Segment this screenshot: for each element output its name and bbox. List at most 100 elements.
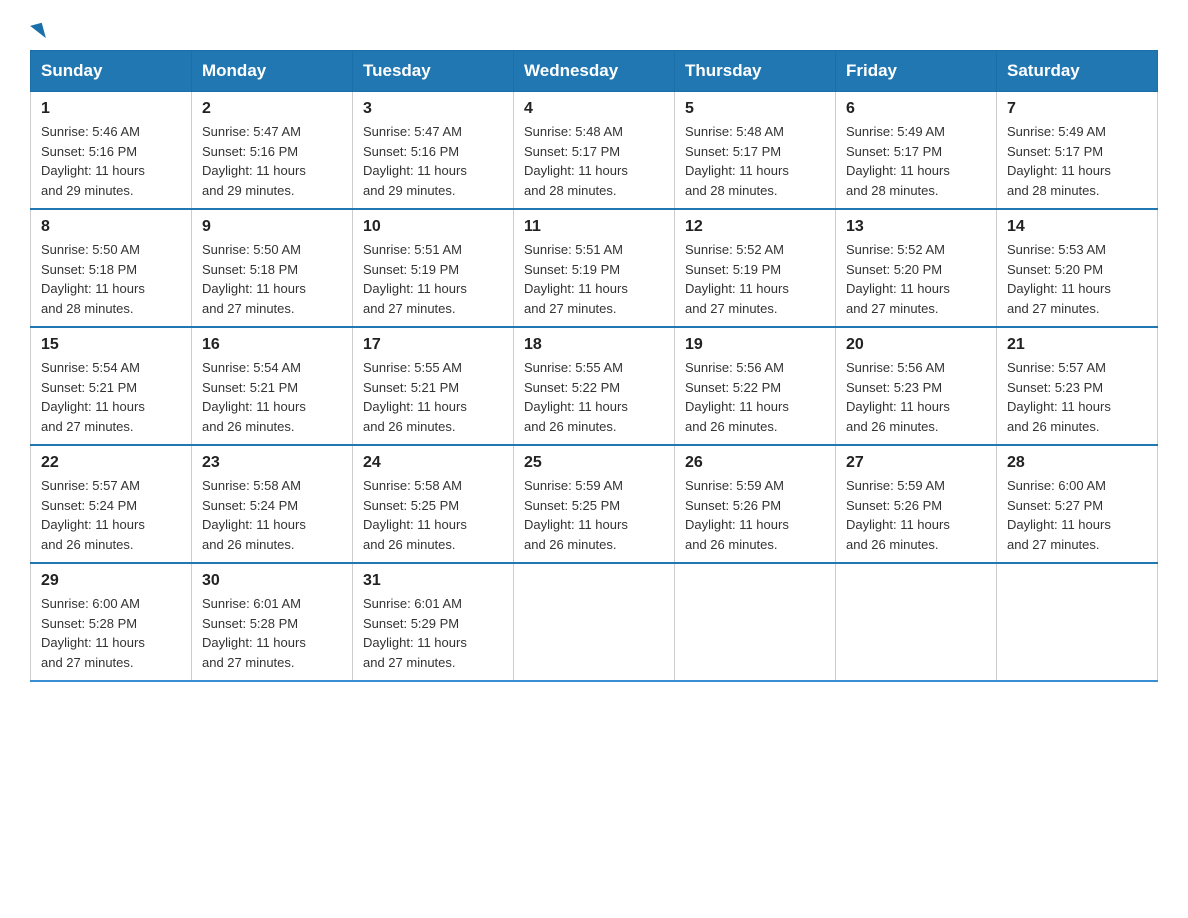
calendar-cell: 15 Sunrise: 5:54 AMSunset: 5:21 PMDaylig… — [31, 327, 192, 445]
day-info: Sunrise: 6:01 AMSunset: 5:28 PMDaylight:… — [202, 594, 342, 672]
day-info: Sunrise: 5:49 AMSunset: 5:17 PMDaylight:… — [1007, 122, 1147, 200]
calendar-cell: 21 Sunrise: 5:57 AMSunset: 5:23 PMDaylig… — [997, 327, 1158, 445]
calendar-cell: 25 Sunrise: 5:59 AMSunset: 5:25 PMDaylig… — [514, 445, 675, 563]
day-info: Sunrise: 5:56 AMSunset: 5:22 PMDaylight:… — [685, 358, 825, 436]
day-info: Sunrise: 5:52 AMSunset: 5:20 PMDaylight:… — [846, 240, 986, 318]
day-info: Sunrise: 5:49 AMSunset: 5:17 PMDaylight:… — [846, 122, 986, 200]
day-number: 29 — [41, 572, 181, 590]
day-number: 4 — [524, 100, 664, 118]
day-info: Sunrise: 5:50 AMSunset: 5:18 PMDaylight:… — [202, 240, 342, 318]
calendar-cell: 27 Sunrise: 5:59 AMSunset: 5:26 PMDaylig… — [836, 445, 997, 563]
day-number: 12 — [685, 218, 825, 236]
day-number: 10 — [363, 218, 503, 236]
day-number: 31 — [363, 572, 503, 590]
calendar-table: SundayMondayTuesdayWednesdayThursdayFrid… — [30, 50, 1158, 682]
calendar-cell — [836, 563, 997, 681]
calendar-cell: 7 Sunrise: 5:49 AMSunset: 5:17 PMDayligh… — [997, 92, 1158, 210]
week-row-2: 8 Sunrise: 5:50 AMSunset: 5:18 PMDayligh… — [31, 209, 1158, 327]
day-number: 30 — [202, 572, 342, 590]
calendar-cell: 18 Sunrise: 5:55 AMSunset: 5:22 PMDaylig… — [514, 327, 675, 445]
calendar-cell: 20 Sunrise: 5:56 AMSunset: 5:23 PMDaylig… — [836, 327, 997, 445]
calendar-cell: 12 Sunrise: 5:52 AMSunset: 5:19 PMDaylig… — [675, 209, 836, 327]
calendar-cell: 3 Sunrise: 5:47 AMSunset: 5:16 PMDayligh… — [353, 92, 514, 210]
day-info: Sunrise: 5:56 AMSunset: 5:23 PMDaylight:… — [846, 358, 986, 436]
day-number: 25 — [524, 454, 664, 472]
week-row-5: 29 Sunrise: 6:00 AMSunset: 5:28 PMDaylig… — [31, 563, 1158, 681]
day-info: Sunrise: 5:59 AMSunset: 5:26 PMDaylight:… — [846, 476, 986, 554]
day-number: 21 — [1007, 336, 1147, 354]
header-tuesday: Tuesday — [353, 51, 514, 92]
day-info: Sunrise: 5:48 AMSunset: 5:17 PMDaylight:… — [524, 122, 664, 200]
day-number: 11 — [524, 218, 664, 236]
day-info: Sunrise: 6:01 AMSunset: 5:29 PMDaylight:… — [363, 594, 503, 672]
day-info: Sunrise: 5:55 AMSunset: 5:22 PMDaylight:… — [524, 358, 664, 436]
header-thursday: Thursday — [675, 51, 836, 92]
calendar-cell: 19 Sunrise: 5:56 AMSunset: 5:22 PMDaylig… — [675, 327, 836, 445]
day-number: 13 — [846, 218, 986, 236]
day-number: 9 — [202, 218, 342, 236]
week-row-3: 15 Sunrise: 5:54 AMSunset: 5:21 PMDaylig… — [31, 327, 1158, 445]
week-row-4: 22 Sunrise: 5:57 AMSunset: 5:24 PMDaylig… — [31, 445, 1158, 563]
header-sunday: Sunday — [31, 51, 192, 92]
day-info: Sunrise: 5:58 AMSunset: 5:25 PMDaylight:… — [363, 476, 503, 554]
calendar-cell: 22 Sunrise: 5:57 AMSunset: 5:24 PMDaylig… — [31, 445, 192, 563]
day-info: Sunrise: 5:51 AMSunset: 5:19 PMDaylight:… — [524, 240, 664, 318]
day-info: Sunrise: 5:48 AMSunset: 5:17 PMDaylight:… — [685, 122, 825, 200]
day-info: Sunrise: 6:00 AMSunset: 5:27 PMDaylight:… — [1007, 476, 1147, 554]
header-friday: Friday — [836, 51, 997, 92]
day-info: Sunrise: 5:57 AMSunset: 5:23 PMDaylight:… — [1007, 358, 1147, 436]
day-number: 7 — [1007, 100, 1147, 118]
day-info: Sunrise: 5:59 AMSunset: 5:25 PMDaylight:… — [524, 476, 664, 554]
day-number: 28 — [1007, 454, 1147, 472]
calendar-cell: 11 Sunrise: 5:51 AMSunset: 5:19 PMDaylig… — [514, 209, 675, 327]
day-number: 16 — [202, 336, 342, 354]
week-row-1: 1 Sunrise: 5:46 AMSunset: 5:16 PMDayligh… — [31, 92, 1158, 210]
page-header — [30, 20, 1158, 40]
header-row: SundayMondayTuesdayWednesdayThursdayFrid… — [31, 51, 1158, 92]
day-number: 19 — [685, 336, 825, 354]
day-number: 8 — [41, 218, 181, 236]
day-info: Sunrise: 5:52 AMSunset: 5:19 PMDaylight:… — [685, 240, 825, 318]
calendar-cell: 24 Sunrise: 5:58 AMSunset: 5:25 PMDaylig… — [353, 445, 514, 563]
calendar-cell: 4 Sunrise: 5:48 AMSunset: 5:17 PMDayligh… — [514, 92, 675, 210]
day-info: Sunrise: 5:50 AMSunset: 5:18 PMDaylight:… — [41, 240, 181, 318]
calendar-cell: 5 Sunrise: 5:48 AMSunset: 5:17 PMDayligh… — [675, 92, 836, 210]
day-number: 23 — [202, 454, 342, 472]
calendar-cell: 1 Sunrise: 5:46 AMSunset: 5:16 PMDayligh… — [31, 92, 192, 210]
day-info: Sunrise: 5:54 AMSunset: 5:21 PMDaylight:… — [202, 358, 342, 436]
calendar-cell: 10 Sunrise: 5:51 AMSunset: 5:19 PMDaylig… — [353, 209, 514, 327]
calendar-cell: 2 Sunrise: 5:47 AMSunset: 5:16 PMDayligh… — [192, 92, 353, 210]
calendar-cell: 9 Sunrise: 5:50 AMSunset: 5:18 PMDayligh… — [192, 209, 353, 327]
day-number: 6 — [846, 100, 986, 118]
calendar-cell: 6 Sunrise: 5:49 AMSunset: 5:17 PMDayligh… — [836, 92, 997, 210]
day-info: Sunrise: 5:55 AMSunset: 5:21 PMDaylight:… — [363, 358, 503, 436]
day-number: 15 — [41, 336, 181, 354]
day-info: Sunrise: 5:51 AMSunset: 5:19 PMDaylight:… — [363, 240, 503, 318]
day-number: 27 — [846, 454, 986, 472]
calendar-cell: 28 Sunrise: 6:00 AMSunset: 5:27 PMDaylig… — [997, 445, 1158, 563]
day-number: 3 — [363, 100, 503, 118]
day-info: Sunrise: 5:57 AMSunset: 5:24 PMDaylight:… — [41, 476, 181, 554]
logo-arrow-icon — [30, 23, 46, 42]
day-info: Sunrise: 6:00 AMSunset: 5:28 PMDaylight:… — [41, 594, 181, 672]
calendar-cell: 23 Sunrise: 5:58 AMSunset: 5:24 PMDaylig… — [192, 445, 353, 563]
day-number: 17 — [363, 336, 503, 354]
calendar-cell: 8 Sunrise: 5:50 AMSunset: 5:18 PMDayligh… — [31, 209, 192, 327]
calendar-cell: 31 Sunrise: 6:01 AMSunset: 5:29 PMDaylig… — [353, 563, 514, 681]
day-info: Sunrise: 5:53 AMSunset: 5:20 PMDaylight:… — [1007, 240, 1147, 318]
calendar-cell: 16 Sunrise: 5:54 AMSunset: 5:21 PMDaylig… — [192, 327, 353, 445]
calendar-cell — [997, 563, 1158, 681]
day-number: 26 — [685, 454, 825, 472]
day-number: 20 — [846, 336, 986, 354]
day-info: Sunrise: 5:47 AMSunset: 5:16 PMDaylight:… — [363, 122, 503, 200]
header-saturday: Saturday — [997, 51, 1158, 92]
calendar-cell: 17 Sunrise: 5:55 AMSunset: 5:21 PMDaylig… — [353, 327, 514, 445]
day-number: 24 — [363, 454, 503, 472]
calendar-cell — [675, 563, 836, 681]
day-info: Sunrise: 5:54 AMSunset: 5:21 PMDaylight:… — [41, 358, 181, 436]
day-info: Sunrise: 5:59 AMSunset: 5:26 PMDaylight:… — [685, 476, 825, 554]
calendar-cell: 29 Sunrise: 6:00 AMSunset: 5:28 PMDaylig… — [31, 563, 192, 681]
day-number: 22 — [41, 454, 181, 472]
day-number: 18 — [524, 336, 664, 354]
day-info: Sunrise: 5:46 AMSunset: 5:16 PMDaylight:… — [41, 122, 181, 200]
